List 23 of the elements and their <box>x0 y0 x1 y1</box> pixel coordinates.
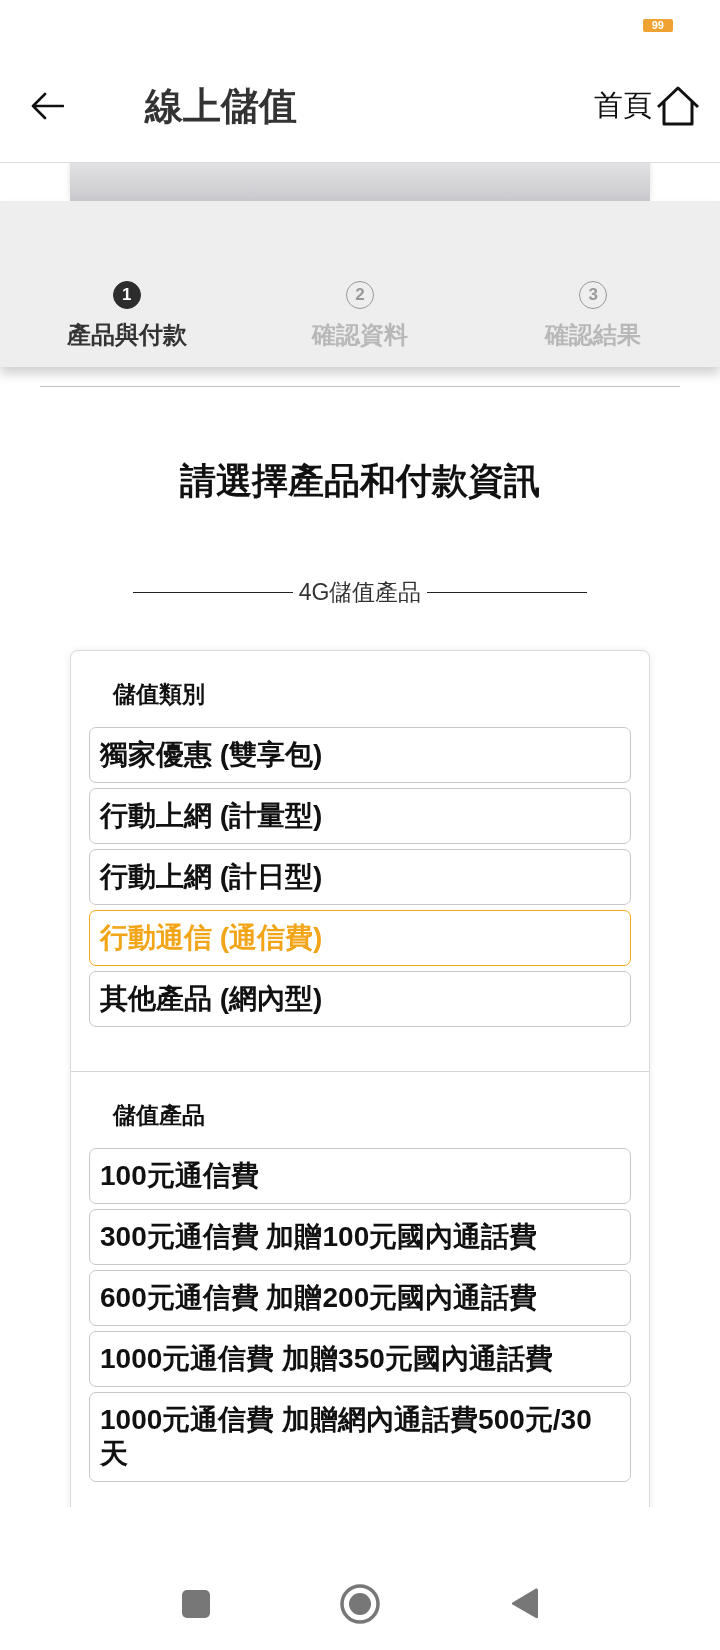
product-option[interactable]: 600元通信費 加贈200元國內通話費 <box>89 1270 631 1326</box>
circle-dot-icon[interactable] <box>340 1583 380 1624</box>
group-label: 儲值產品 <box>113 1101 206 1130</box>
product-option[interactable]: 100元通信費 <box>89 1148 631 1204</box>
step-number: 1 <box>112 281 141 309</box>
category-option[interactable]: 其他產品 (網內型) <box>89 971 631 1027</box>
back-triangle-icon[interactable] <box>510 1587 538 1620</box>
category-option[interactable]: 獨家優惠 (雙享包) <box>89 727 631 783</box>
category-option[interactable]: 行動上網 (計日型) <box>89 849 631 905</box>
step-label: 產品與付款 <box>66 320 187 350</box>
page-heading: 請選擇產品和付款資訊 <box>179 459 541 503</box>
page-title: 線上儲值 <box>145 83 297 129</box>
product-option[interactable]: 1000元通信費 加贈350元國內通話費 <box>89 1331 631 1387</box>
category-option[interactable]: 行動上網 (計量型) <box>89 788 631 844</box>
section-title: 4G儲值產品 <box>298 578 422 607</box>
square-icon[interactable] <box>182 1589 210 1618</box>
product-option[interactable]: 300元通信費 加贈100元國內通話費 <box>89 1209 631 1265</box>
product-option[interactable]: 1000元通信費 加贈網內通話費500元/30天 <box>89 1392 631 1482</box>
group-label: 儲值類別 <box>113 680 206 709</box>
home-button[interactable]: 首頁 <box>594 86 700 126</box>
back-arrow-icon[interactable] <box>30 92 64 120</box>
notification-badge: 99 <box>642 19 673 32</box>
home-icon <box>656 86 700 126</box>
